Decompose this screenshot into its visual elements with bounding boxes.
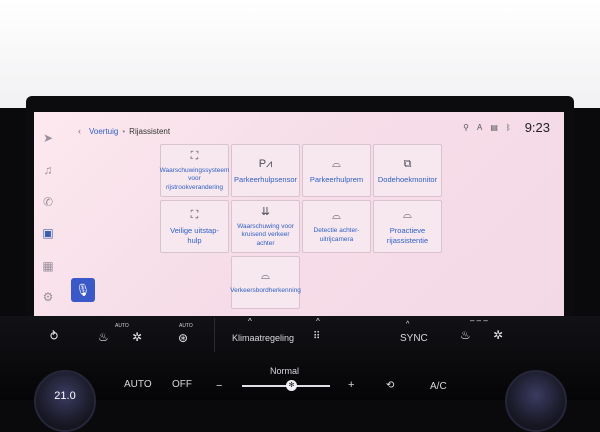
tile-label: Veilige uitstap- hulp (170, 226, 219, 245)
fan-minus-button[interactable]: − (216, 380, 222, 392)
tile-rear-cross-traffic[interactable]: ⇊ Waarschuwing voor kruisend verkeer ach… (231, 200, 300, 253)
clock: 9:23 (524, 120, 550, 135)
tile-traffic-sign-recognition[interactable]: ⌓ Verkeersbordherkenning (230, 256, 301, 309)
music-icon[interactable]: ♫ (40, 162, 56, 178)
blind-spot-icon: ⧉ (403, 157, 412, 170)
chevron-up-icon[interactable]: ^ (248, 317, 252, 326)
status-bar: ⚲ A ▤ ᛒ 9:23 (463, 120, 550, 135)
vehicle-icon[interactable]: ▣ (40, 225, 56, 241)
chevron-up-icon-2[interactable]: ^ (316, 317, 320, 326)
settings-icon[interactable]: ⚙ (40, 289, 56, 305)
tile-parking-brake[interactable]: ⌓ Parkeerhulprem (302, 144, 371, 197)
bluetooth-icon: ᛒ (505, 123, 511, 132)
message-icon: ▤ (490, 123, 498, 132)
infotainment-screen: ➤ ♫ ✆ ▣ ▦ ⚙ 🎙 ‹ Voertuig • Rijassistent … (34, 112, 564, 316)
tile-proactive-assist[interactable]: ⌓ Proactieve rijassistentie (373, 200, 442, 253)
rear-camera-detection-icon: ⌓ (332, 210, 341, 223)
breadcrumb: ‹ Voertuig • Rijassistent (78, 126, 170, 136)
location-icon: ⚲ (463, 123, 469, 132)
screen-bezel (26, 96, 574, 112)
tile-blind-spot[interactable]: ⧉ Dodehoekmonitor (373, 144, 442, 197)
phone-icon[interactable]: ✆ (40, 194, 56, 210)
tile-label: Waarschuwingssysteem voor rijstrookveran… (159, 167, 230, 191)
steering-wheel-heat-icon[interactable]: ⊛ (178, 331, 188, 345)
background-wall (0, 0, 600, 108)
parking-brake-assist-icon: ⌓ (332, 157, 341, 170)
tile-label: Dodehoekmonitor (377, 174, 438, 184)
temp-knob-left[interactable]: 21.0 (34, 370, 96, 432)
tile-parking-sensor[interactable]: P⩘ Parkeerhulpsensor (231, 144, 300, 197)
passenger-level-dashes-icon: – – – (470, 316, 488, 325)
recirculation-icon[interactable]: ⟲ (386, 380, 394, 391)
back-chevron-icon[interactable]: ‹ (78, 126, 81, 136)
breadcrumb-separator: • (122, 126, 126, 136)
tile-label: Verkeersbordherkenning (230, 287, 301, 295)
sync-button[interactable]: SYNC (400, 333, 428, 344)
auto-badge-1: AUTO (115, 323, 129, 329)
tile-label: Detectie achter-uitrijcamera (313, 227, 360, 243)
more-grid-icon[interactable]: ⠿ (313, 331, 320, 342)
microphone-icon: 🎙 (75, 283, 91, 297)
navigation-icon[interactable]: ➤ (40, 130, 56, 146)
auto-button[interactable]: AUTO (124, 379, 152, 390)
rear-cross-traffic-icon: ⇊ (260, 206, 271, 219)
breadcrumb-current: Rijassistent (129, 126, 171, 136)
temp-knob-right[interactable] (505, 370, 567, 432)
parking-sensor-icon: P⩘ (258, 157, 273, 170)
voice-assistant-button[interactable]: 🎙 (71, 278, 95, 302)
apps-icon[interactable]: ▦ (40, 258, 56, 274)
tile-label: Parkeerhulpsensor (234, 174, 297, 184)
seat-heat-driver-icon[interactable]: ♨ (98, 330, 109, 344)
ac-button[interactable]: A/C (430, 381, 447, 392)
tile-safe-exit[interactable]: ⛶ Veilige uitstap- hulp (160, 200, 229, 253)
tile-rear-camera-detection[interactable]: ⌓ Detectie achter-uitrijcamera (302, 200, 371, 253)
lane-change-icon: ⛶ (190, 150, 199, 163)
seat-vent-passenger-icon[interactable]: ✲ (493, 328, 503, 342)
chevron-up-icon-3[interactable]: ^ (406, 321, 409, 328)
tile-label: Waarschuwing voor kruisend verkeer achte… (237, 223, 294, 247)
fan-plus-button[interactable]: + (348, 379, 354, 391)
traffic-sign-icon: ⌓ (261, 270, 270, 283)
tile-label: Proactieve rijassistentie (386, 226, 429, 245)
heated-steering-icon[interactable]: ⥁ (50, 329, 58, 343)
climate-settings-button[interactable]: Klimaatregeling (232, 333, 294, 343)
temp-left: 21.0 (54, 390, 76, 402)
safe-exit-icon: ⛶ (190, 209, 199, 222)
auto-badge-2: AUTO (179, 323, 193, 329)
off-button[interactable]: OFF (172, 379, 192, 390)
tile-lane-change-warning[interactable]: ⛶ Waarschuwingssysteem voor rijstrookver… (160, 144, 229, 197)
side-nav-rail: ➤ ♫ ✆ ▣ ▦ ⚙ (34, 112, 62, 316)
seat-vent-driver-icon[interactable]: ✲ (132, 330, 142, 344)
panel-divider (214, 318, 215, 352)
fan-mode-label: Normal (270, 366, 300, 376)
breadcrumb-parent[interactable]: Voertuig (89, 127, 118, 136)
font-size-icon: A (476, 123, 483, 132)
seat-heat-passenger-icon[interactable]: ♨ (460, 328, 471, 342)
tile-label: Parkeerhulprem (309, 174, 364, 184)
proactive-assist-icon: ⌓ (403, 209, 412, 222)
fan-icon[interactable]: ✻ (286, 380, 297, 391)
